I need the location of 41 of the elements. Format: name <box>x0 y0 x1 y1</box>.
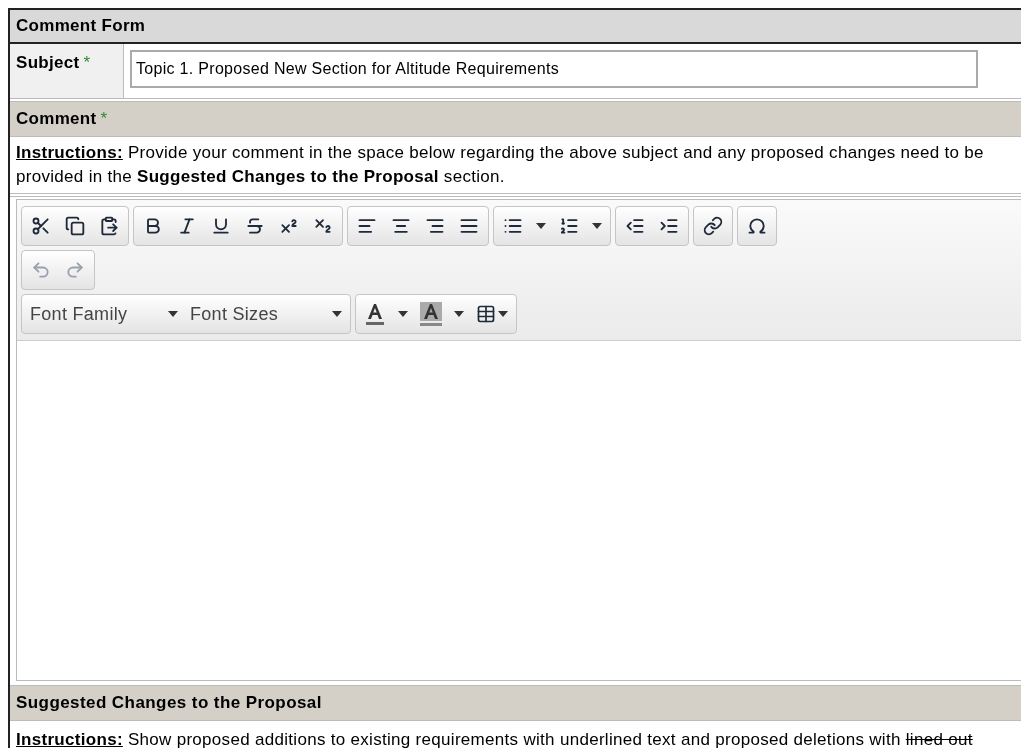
cut-icon <box>31 216 51 236</box>
highlight-color-icon <box>420 302 442 326</box>
comment-label: Comment <box>16 108 97 131</box>
caret-icon <box>592 223 602 229</box>
link-icon <box>703 216 723 236</box>
outdent-icon <box>625 216 645 236</box>
instructions-text: Instructions: Show proposed additions to existing requirements with underlined text and proposed deletions with lined out <box>15 729 974 748</box>
align-left-icon <box>357 216 377 236</box>
special-character-icon <box>747 216 767 236</box>
bullet-list-icon <box>503 216 523 236</box>
indent-icon <box>659 216 679 236</box>
form-header: Comment Form <box>10 10 1021 44</box>
numbered-list-icon <box>559 216 579 236</box>
undo-icon <box>31 260 51 280</box>
required-mark: * <box>83 52 91 74</box>
required-mark: * <box>100 108 108 131</box>
copy-icon <box>65 216 85 236</box>
align-right-icon <box>425 216 445 236</box>
caret-icon <box>498 311 508 317</box>
instructions-text: Instructions: Provide your comment in the space below regarding the above subject and any proposed changes need to be provided in the Suggested Changes to the Proposal section. <box>16 142 985 188</box>
subject-label: Subject <box>16 52 80 74</box>
strikethrough-icon <box>245 216 265 236</box>
caret-icon <box>332 311 342 317</box>
caret-icon <box>536 223 546 229</box>
table-icon <box>476 304 496 324</box>
subject-field[interactable]: Topic 1. Proposed New Section for Altitude Requirements <box>130 50 978 88</box>
caret-icon <box>398 311 408 317</box>
underline-icon <box>211 216 231 236</box>
italic-icon <box>177 216 197 236</box>
text-color-icon <box>365 303 385 325</box>
caret-icon <box>168 311 178 317</box>
font-size-dropdown[interactable]: Font Sizes <box>184 297 348 331</box>
align-center-icon <box>391 216 411 236</box>
superscript-icon <box>279 216 299 236</box>
justify-icon <box>459 216 479 236</box>
suggested-changes-label: Suggested Changes to the Proposal <box>16 692 322 715</box>
redo-icon <box>65 260 85 280</box>
caret-icon <box>454 311 464 317</box>
subscript-icon <box>313 216 333 236</box>
paste-icon <box>99 216 119 236</box>
font-family-dropdown[interactable]: Font Family <box>24 297 184 331</box>
